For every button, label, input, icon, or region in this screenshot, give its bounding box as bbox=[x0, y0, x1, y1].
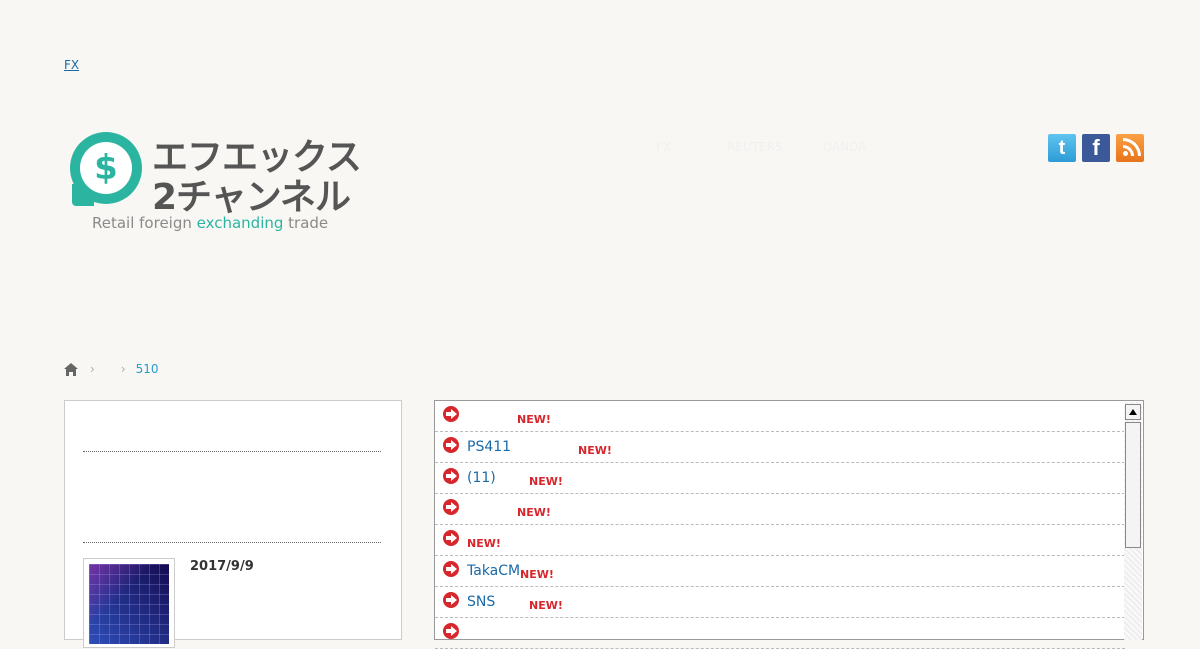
arrow-right-icon bbox=[443, 530, 459, 546]
feed-item-title[interactable]: (11) bbox=[467, 470, 496, 486]
global-nav: FX REUTERS OANDA bbox=[656, 140, 922, 154]
breadcrumb-separator: › bbox=[90, 362, 95, 376]
facebook-icon[interactable]: f bbox=[1082, 134, 1110, 162]
rss-feed-panel: NEW! PS411 NEW! (11) NEW! NEW! NEW! Taka… bbox=[434, 400, 1144, 649]
breadcrumb-current: 510 bbox=[135, 362, 159, 376]
post-date: 2017/9/9 bbox=[190, 559, 254, 574]
feed-item-title[interactable]: TakaCM bbox=[467, 563, 520, 579]
breadcrumb-separator: › bbox=[120, 362, 126, 376]
arrow-right-icon bbox=[443, 406, 459, 422]
list-item[interactable]: PS411 NEW! bbox=[435, 432, 1125, 463]
twitter-icon[interactable]: t bbox=[1048, 134, 1076, 162]
new-badge: NEW! bbox=[529, 475, 563, 488]
feed-list: NEW! PS411 NEW! (11) NEW! NEW! NEW! Taka… bbox=[435, 401, 1125, 649]
list-item[interactable]: NEW! bbox=[435, 525, 1125, 556]
logo-tagline: Retail foreign exchanding trade bbox=[92, 214, 329, 232]
list-item[interactable]: TakaCM NEW! bbox=[435, 556, 1125, 587]
list-item[interactable] bbox=[435, 618, 1125, 649]
chart-thumbnail-image bbox=[89, 564, 169, 644]
site-logo[interactable]: $ エフエックス 2チャンネル Retail foreign exchandin… bbox=[68, 128, 362, 238]
logo-title-line2: 2チャンネル bbox=[152, 177, 351, 218]
new-badge: NEW! bbox=[529, 599, 563, 612]
scroll-thumb[interactable] bbox=[1125, 422, 1141, 548]
social-links: t f bbox=[1048, 134, 1144, 162]
divider bbox=[83, 451, 381, 452]
arrow-right-icon bbox=[443, 468, 459, 484]
new-badge: NEW! bbox=[517, 506, 551, 519]
arrow-right-icon bbox=[443, 561, 459, 577]
post-thumbnail[interactable] bbox=[83, 558, 175, 648]
dollar-bubble-icon: $ bbox=[70, 132, 142, 206]
breadcrumb: › › 510 bbox=[64, 362, 159, 376]
arrow-right-icon bbox=[443, 437, 459, 453]
top-fx-link[interactable]: FX bbox=[64, 58, 79, 72]
divider bbox=[83, 542, 381, 543]
new-badge: NEW! bbox=[578, 444, 612, 457]
new-badge: NEW! bbox=[520, 568, 554, 581]
home-icon[interactable] bbox=[64, 362, 78, 376]
feed-item-title[interactable]: PS411 bbox=[467, 439, 511, 455]
arrow-right-icon bbox=[443, 623, 459, 639]
nav-item-reuters[interactable]: REUTERS bbox=[727, 140, 783, 154]
arrow-right-icon bbox=[443, 592, 459, 608]
new-badge: NEW! bbox=[467, 537, 501, 550]
nav-item-fx[interactable]: FX bbox=[656, 140, 671, 154]
list-item[interactable]: NEW! bbox=[435, 494, 1125, 525]
feed-item-title[interactable]: SNS bbox=[467, 594, 495, 610]
scroll-up-icon[interactable] bbox=[1125, 404, 1141, 420]
arrow-right-icon bbox=[443, 499, 459, 515]
rss-icon[interactable] bbox=[1116, 134, 1144, 162]
list-item[interactable]: NEW! bbox=[435, 401, 1125, 432]
list-item[interactable]: (11) NEW! bbox=[435, 463, 1125, 494]
new-badge: NEW! bbox=[517, 413, 551, 426]
feed-scrollbar[interactable] bbox=[1124, 402, 1142, 640]
sidebar-panel: 2017/9/9 bbox=[64, 400, 402, 648]
list-item[interactable]: SNS NEW! bbox=[435, 587, 1125, 618]
nav-item-oanda[interactable]: OANDA bbox=[823, 140, 867, 154]
